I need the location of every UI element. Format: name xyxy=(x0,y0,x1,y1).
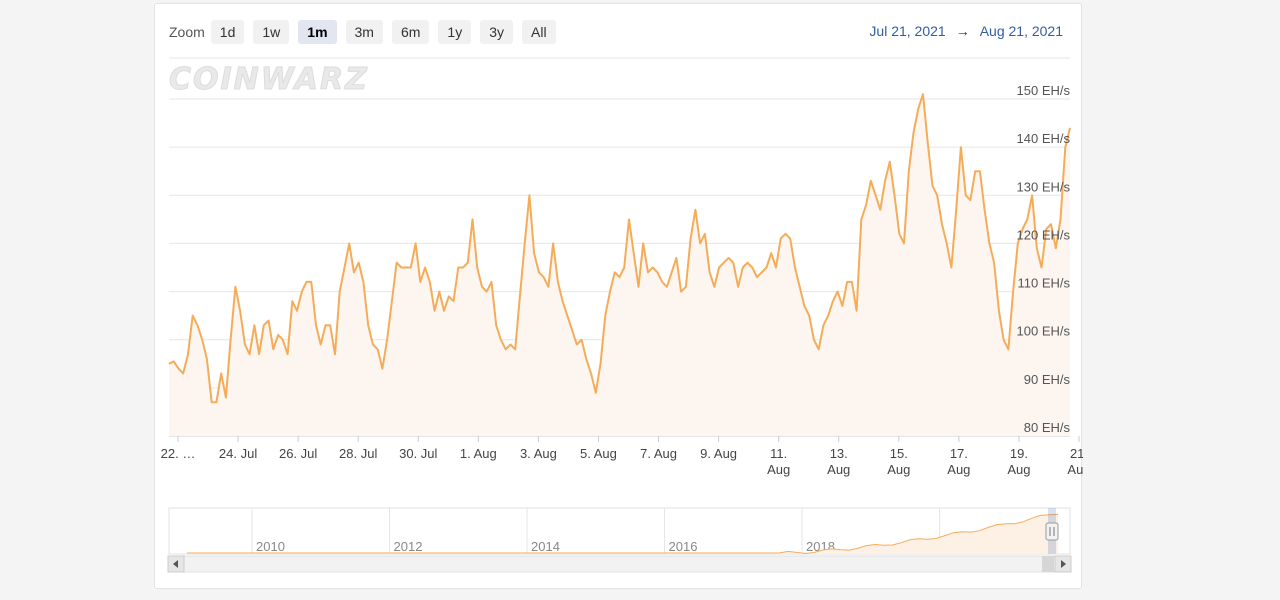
navigator-handle[interactable] xyxy=(1045,522,1059,541)
x-tick-label: 17. Aug xyxy=(947,446,970,477)
series-area-fill xyxy=(169,94,1070,436)
y-tick-label: 80 EH/s xyxy=(1024,420,1071,435)
y-tick-label: 140 EH/s xyxy=(1017,131,1071,146)
scrollbar-track[interactable] xyxy=(167,555,1072,573)
x-tick-label: 21.Aug xyxy=(1067,446,1083,477)
chart-card: Zoom 1d 1w 1m 3m 6m 1y 3y All Jul 21, 20… xyxy=(154,3,1083,589)
y-tick-label: 150 EH/s xyxy=(1017,83,1071,98)
x-tick-label: 7. Aug xyxy=(640,446,677,461)
navigator-layer: 201020122014201620182020 xyxy=(167,507,1072,573)
x-tick-label: 22. … xyxy=(161,446,196,461)
x-tick-label: 15. Aug xyxy=(887,446,910,477)
y-tick-label: 110 EH/s xyxy=(1017,276,1070,291)
navigator[interactable]: 201020122014201620182020 xyxy=(155,504,1083,584)
x-tick-label: 19. Aug xyxy=(1007,446,1030,477)
x-tick-label: 13. Aug xyxy=(827,446,850,477)
x-tick-label: 24. Jul xyxy=(219,446,257,461)
x-tick-label: 3. Aug xyxy=(520,446,557,461)
x-tick-label: 1. Aug xyxy=(460,446,497,461)
y-tick-label: 100 EH/s xyxy=(1017,324,1071,339)
x-tick-label: 11. Aug xyxy=(767,446,790,477)
navigator-year-label: 2012 xyxy=(394,539,423,554)
x-tick-label: 5. Aug xyxy=(580,446,617,461)
scrollbar-thumb[interactable] xyxy=(1042,556,1054,572)
hashrate-chart[interactable]: 150 EH/s 140 EH/s 130 EH/s 120 EH/s 110 EH/s… xyxy=(155,4,1083,484)
y-tick-label: 120 EH/s xyxy=(1017,227,1071,242)
navigator-year-label: 2010 xyxy=(256,539,285,554)
x-tick-label: 26. Jul xyxy=(279,446,317,461)
x-axis-labels: 22. … 24. Jul 26. Jul 28. Jul 30. Jul 1. Aug 3… xyxy=(161,446,1083,477)
navigator-year-label: 2016 xyxy=(669,539,698,554)
area-layer xyxy=(168,93,1071,436)
navigator-year-label: 2014 xyxy=(531,539,560,554)
y-tick-label: 90 EH/s xyxy=(1024,372,1071,387)
x-tick-label: 9. Aug xyxy=(700,446,737,461)
x-tick-label: 28. Jul xyxy=(339,446,377,461)
x-tick-label: 30. Jul xyxy=(399,446,437,461)
y-tick-label: 130 EH/s xyxy=(1017,179,1071,194)
